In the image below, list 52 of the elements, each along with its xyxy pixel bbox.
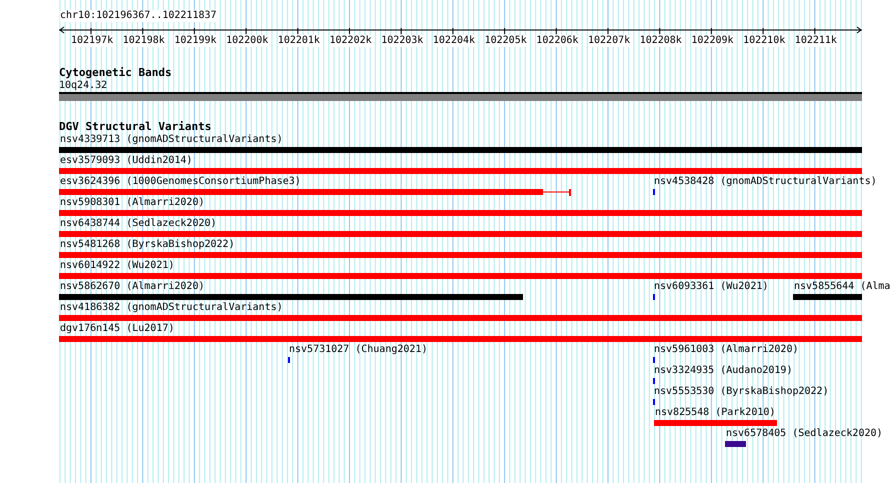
variant-bar[interactable] <box>59 168 862 174</box>
ruler-tick-label: 102205k <box>484 35 527 47</box>
variant-label: nsv4186382 (gnomADStructuralVariants) <box>60 302 283 314</box>
ruler-tick-label: 102203k <box>381 35 424 47</box>
variant-bar[interactable] <box>725 441 746 447</box>
variant-label: nsv5481268 (ByrskaBishop2022) <box>60 239 235 251</box>
variant-bar[interactable] <box>59 315 862 321</box>
variant-label: nsv6093361 (Wu2021) <box>654 281 768 293</box>
variant-label: nsv5862670 (Almarri2020) <box>60 281 204 293</box>
variant-extension <box>543 189 571 196</box>
variant-bar[interactable] <box>59 273 862 279</box>
ruler-tick-label: 102201k <box>278 35 320 47</box>
variant-label: nsv6014922 (Wu2021) <box>60 260 174 272</box>
track-title: DGV Structural Variants <box>59 121 212 133</box>
location-label: chr10:102196367..102211837 <box>60 10 217 22</box>
variant-bar[interactable] <box>654 420 777 426</box>
ruler-tick-label: 102198k <box>122 35 165 47</box>
ruler-tick-label: 102210k <box>743 35 786 47</box>
variant-label: dgv176n145 (Lu2017) <box>60 323 174 335</box>
variant-label: nsv5731027 (Chuang2021) <box>289 344 428 356</box>
variant-bar[interactable] <box>59 210 862 216</box>
variant-label: esv3624396 (1000GenomesConsortiumPhase3) <box>60 176 301 188</box>
variant-bar[interactable] <box>59 147 862 153</box>
variant-bar[interactable] <box>59 189 543 195</box>
ruler-tick-label: 102208k <box>640 35 682 47</box>
ruler-tick-label: 102204k <box>432 35 476 47</box>
variant-label: nsv5961003 (Almarri2020) <box>654 344 798 356</box>
variant-bar[interactable] <box>59 252 862 258</box>
variant-label: nsv5908301 (Almarri2020) <box>60 197 204 209</box>
ruler-tick-label: 102202k <box>330 35 372 47</box>
ruler-tick-label: 102199k <box>174 35 217 47</box>
variant-bar[interactable] <box>59 336 862 342</box>
variant-bar[interactable] <box>59 231 862 237</box>
variant-label: nsv825548 (Park2010) <box>655 407 776 419</box>
track-title: Cytogenetic Bands <box>59 67 172 79</box>
variant-bar[interactable] <box>793 294 862 300</box>
variant-label: nsv6578405 (Sedlazeck2020) <box>726 428 883 440</box>
band-label: 10q24.32 <box>59 80 108 92</box>
variant-label: esv3579093 (Uddin2014) <box>60 155 192 167</box>
variant-label: nsv6438744 (Sedlazeck2020) <box>60 218 217 230</box>
variant-label: nsv4538428 (gnomADStructuralVariants) <box>654 176 877 188</box>
variant-bar[interactable] <box>59 294 523 300</box>
ruler-tick-label: 102207k <box>588 35 630 47</box>
ruler-tick-label: 102206k <box>536 35 578 47</box>
ruler-tick-label: 102209k <box>691 35 734 47</box>
variant-label: nsv5553530 (ByrskaBishop2022) <box>654 386 829 398</box>
ruler-tick-label: 102197k <box>71 35 114 47</box>
variant-label: nsv3324935 (Audano2019) <box>654 365 792 377</box>
variant-label: nsv4339713 (gnomADStructuralVariants) <box>60 134 283 146</box>
ruler-tick-label: 102200k <box>226 35 268 47</box>
ruler-tick-label: 102211k <box>794 35 837 47</box>
variant-label: nsv5855644 (Alma <box>794 281 890 293</box>
